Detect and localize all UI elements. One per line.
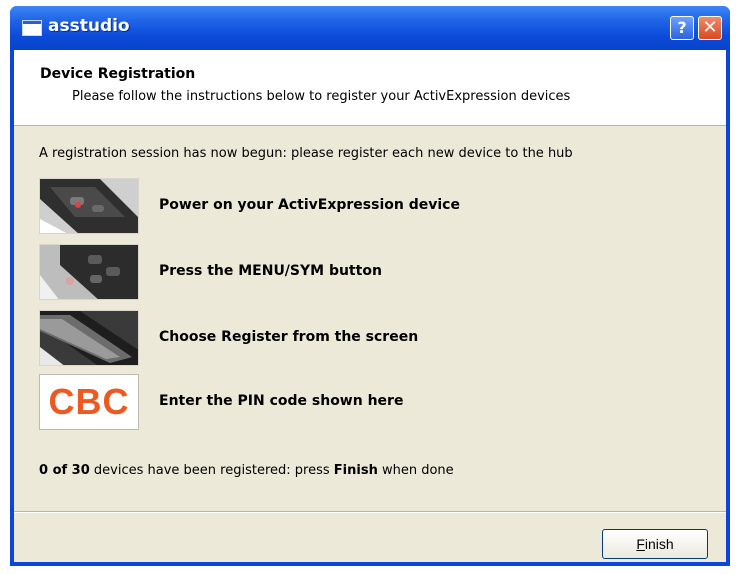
step-label: Enter the PIN code shown here	[159, 393, 404, 409]
close-button[interactable]: ✕	[698, 16, 722, 40]
step-label: Choose Register from the screen	[159, 329, 419, 345]
finish-button[interactable]: Finish	[602, 529, 708, 559]
window-app-icon	[22, 20, 42, 36]
registered-count: 0 of 30	[39, 463, 90, 478]
dialog-window: asstudio ? ✕ Device Registration Please …	[10, 6, 730, 566]
step-menu-sym: Press the MENU/SYM button	[39, 244, 699, 302]
wizard-body: A registration session has now begun: pl…	[14, 126, 726, 511]
dialog-client: Device Registration Please follow the in…	[14, 50, 726, 562]
device-power-photo-icon	[39, 178, 139, 234]
step-choose-register: Choose Register from the screen	[39, 310, 699, 368]
device-screen-photo-icon	[39, 310, 139, 366]
finish-accelerator: F	[636, 536, 645, 552]
wizard-footer: Finish	[14, 511, 726, 562]
step-label: Press the MENU/SYM button	[159, 263, 382, 279]
title-bar[interactable]: asstudio ? ✕	[10, 6, 730, 50]
registration-status: 0 of 30 devices have been registered: pr…	[39, 463, 454, 478]
status-text-end: when done	[377, 463, 454, 478]
device-menu-photo-icon	[39, 244, 139, 300]
step-label: Power on your ActivExpression device	[159, 197, 460, 213]
finish-label-rest: inish	[644, 536, 674, 552]
window-title: asstudio	[48, 16, 130, 36]
intro-text: A registration session has now begun: pl…	[39, 146, 573, 161]
page-subtitle: Please follow the instructions below to …	[72, 89, 571, 104]
page-title: Device Registration	[40, 66, 196, 82]
step-enter-pin: CBC Enter the PIN code shown here	[39, 374, 699, 432]
help-button[interactable]: ?	[670, 16, 694, 40]
status-text: devices have been registered: press	[89, 463, 334, 478]
step-power-on: Power on your ActivExpression device	[39, 178, 699, 236]
status-finish-word: Finish	[333, 463, 378, 478]
pin-code-display: CBC	[39, 374, 139, 430]
wizard-header: Device Registration Please follow the in…	[14, 50, 726, 126]
